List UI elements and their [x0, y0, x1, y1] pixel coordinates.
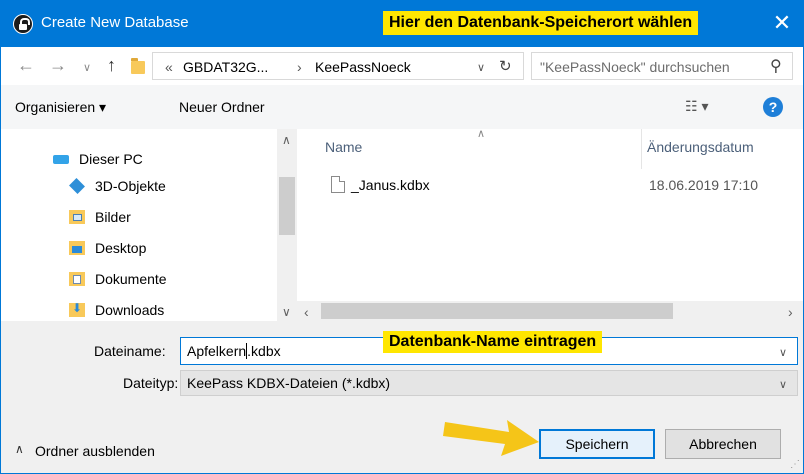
file-icon: [331, 176, 345, 193]
file-scrollbar-thumb[interactable]: [321, 303, 673, 319]
view-options-icon[interactable]: ☷ ▾: [685, 98, 708, 115]
arrow-shape: [443, 420, 539, 456]
address-dropdown-chevron-icon[interactable]: ∨: [477, 61, 485, 74]
forward-arrow-icon[interactable]: →: [49, 55, 67, 75]
nav-item-label: Desktop: [95, 240, 147, 256]
desktop-folder-icon: [69, 241, 85, 255]
scroll-down-icon[interactable]: ∨: [282, 305, 291, 319]
hide-folders-toggle[interactable]: ∧ Ordner ausblenden: [15, 441, 195, 463]
computer-icon: [53, 155, 69, 164]
recent-locations-chevron-icon[interactable]: ∨: [83, 58, 91, 78]
resize-grip-icon[interactable]: ⋰: [790, 459, 800, 470]
hide-folders-label: Ordner ausblenden: [35, 443, 155, 459]
callout-location: Hier den Datenbank-Speicherort wählen: [383, 11, 699, 35]
sort-indicator-icon: ∧: [477, 128, 486, 140]
documents-folder-icon: [69, 272, 85, 286]
chevron-up-icon: ∧: [15, 442, 24, 456]
breadcrumb-separator: ›: [297, 59, 302, 75]
search-icon[interactable]: ⚲: [770, 56, 782, 76]
organize-menu[interactable]: Organisieren ▾: [15, 99, 106, 116]
scroll-right-icon[interactable]: ›: [788, 304, 793, 320]
scroll-up-icon[interactable]: ∧: [282, 133, 291, 147]
new-folder-button[interactable]: Neuer Ordner: [179, 99, 265, 115]
breadcrumb-drive[interactable]: GBDAT32G...: [183, 59, 268, 75]
column-header-modified[interactable]: Änderungsdatum: [647, 139, 754, 155]
pictures-folder-icon: [69, 210, 85, 224]
cancel-button[interactable]: Abbrechen: [665, 429, 781, 459]
nav-scrollbar-thumb[interactable]: [279, 177, 295, 235]
filename-value-end: .kdbx: [247, 343, 281, 359]
breadcrumb-overflow[interactable]: «: [165, 59, 173, 75]
file-modified: 18.06.2019 17:10: [649, 177, 758, 193]
filename-dropdown-chevron-icon[interactable]: ∨: [779, 346, 787, 359]
downloads-folder-icon: [69, 301, 85, 317]
file-list: ∧ Name Änderungsdatum _Janus.kdbx 18.06.…: [297, 128, 803, 321]
filetype-dropdown-chevron-icon[interactable]: ∨: [779, 378, 787, 391]
navigation-pane: Dieser PC 3D-Objekte Bilder Desktop Doku…: [1, 129, 297, 321]
filename-text: Apfelkern.kdbx: [187, 343, 281, 361]
filename-label: Dateiname:: [94, 343, 166, 359]
nav-item-label: 3D-Objekte: [95, 178, 166, 194]
3d-objects-icon: [69, 178, 85, 194]
breadcrumb-folder[interactable]: KeePassNoeck: [315, 59, 411, 75]
save-dialog: Create New Database ✕ Hier den Datenbank…: [0, 0, 804, 474]
filetype-value: KeePass KDBX-Dateien (*.kdbx): [187, 375, 391, 391]
search-input[interactable]: "KeePassNoeck" durchsuchen ⚲: [531, 52, 793, 80]
close-button[interactable]: ✕: [767, 10, 797, 38]
back-arrow-icon[interactable]: ←: [17, 55, 35, 75]
column-header-name[interactable]: Name: [325, 139, 362, 155]
scroll-left-icon[interactable]: ‹: [304, 304, 309, 320]
column-divider[interactable]: [641, 129, 642, 169]
nav-item-label: Dieser PC: [79, 151, 143, 167]
arrow-annotation: [443, 420, 539, 456]
callout-name: Datenbank-Name eintragen: [383, 331, 603, 353]
nav-item-label: Dokumente: [95, 271, 167, 287]
command-bar: Organisieren ▾ Neuer Ordner ☷ ▾ ?: [1, 85, 803, 130]
window-title: Create New Database: [41, 14, 189, 31]
file-name: _Janus.kdbx: [351, 177, 430, 193]
help-icon[interactable]: ?: [763, 97, 783, 117]
filetype-label: Dateityp:: [123, 375, 179, 391]
keepass-lock-icon: [13, 14, 33, 34]
nav-item-label: Downloads: [95, 302, 165, 318]
address-row: ← → ∨ ↑ « GBDAT32G... › KeePassNoeck ∨ ↻…: [1, 47, 803, 85]
filetype-select[interactable]: KeePass KDBX-Dateien (*.kdbx) ∨: [180, 370, 798, 396]
filename-value-start: Apfelkern: [187, 343, 247, 359]
address-bar[interactable]: « GBDAT32G... › KeePassNoeck ∨ ↻: [152, 52, 524, 80]
table-row[interactable]: _Janus.kdbx 18.06.2019 17:10: [297, 173, 803, 199]
search-placeholder: "KeePassNoeck" durchsuchen: [540, 59, 730, 75]
up-arrow-icon[interactable]: ↑: [107, 55, 116, 75]
nav-item-label: Bilder: [95, 209, 131, 225]
refresh-icon[interactable]: ↻: [499, 57, 512, 75]
folder-icon: [131, 58, 145, 74]
